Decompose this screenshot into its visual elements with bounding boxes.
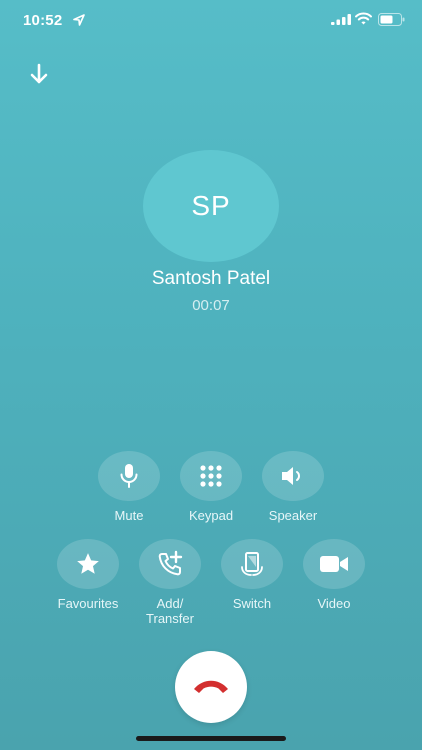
video-label: Video xyxy=(317,596,351,611)
switch-button[interactable]: Switch xyxy=(207,539,297,611)
location-arrow-icon xyxy=(73,14,85,26)
favourites-label: Favourites xyxy=(57,596,119,611)
avatar: SP xyxy=(143,150,279,262)
switch-device-icon xyxy=(241,552,263,576)
avatar-initials: SP xyxy=(191,190,231,221)
video-button[interactable]: Video xyxy=(289,539,379,611)
call-duration: 00:07 xyxy=(192,297,230,314)
home-indicator[interactable] xyxy=(136,736,286,741)
speaker-icon xyxy=(282,467,300,485)
status-bar: 10:52 xyxy=(0,0,422,40)
signal-icon xyxy=(331,14,351,25)
speaker-button[interactable]: Speaker xyxy=(248,451,338,523)
switch-label: Switch xyxy=(232,596,272,611)
keypad-icon xyxy=(200,465,222,487)
hang-up-icon xyxy=(194,680,228,693)
add-transfer-label: Add/ Transfer xyxy=(146,596,194,626)
wifi-icon xyxy=(355,12,372,25)
speaker-label: Speaker xyxy=(268,508,318,523)
mute-button[interactable]: Mute xyxy=(84,451,174,523)
favourites-button[interactable]: Favourites xyxy=(43,539,133,611)
battery-icon xyxy=(378,13,405,26)
add-call-icon xyxy=(158,550,183,576)
keypad-label: Keypad xyxy=(188,508,234,523)
mute-label: Mute xyxy=(114,508,144,523)
star-icon xyxy=(77,553,99,574)
video-camera-icon xyxy=(320,556,348,572)
arrow-down-icon[interactable] xyxy=(27,62,51,86)
microphone-icon xyxy=(120,464,138,488)
add-transfer-button[interactable]: Add/ Transfer xyxy=(125,539,215,626)
end-call-button[interactable] xyxy=(175,651,247,723)
status-time: 10:52 xyxy=(23,12,63,29)
caller-name: Santosh Patel xyxy=(151,268,271,289)
keypad-button[interactable]: Keypad xyxy=(166,451,256,523)
